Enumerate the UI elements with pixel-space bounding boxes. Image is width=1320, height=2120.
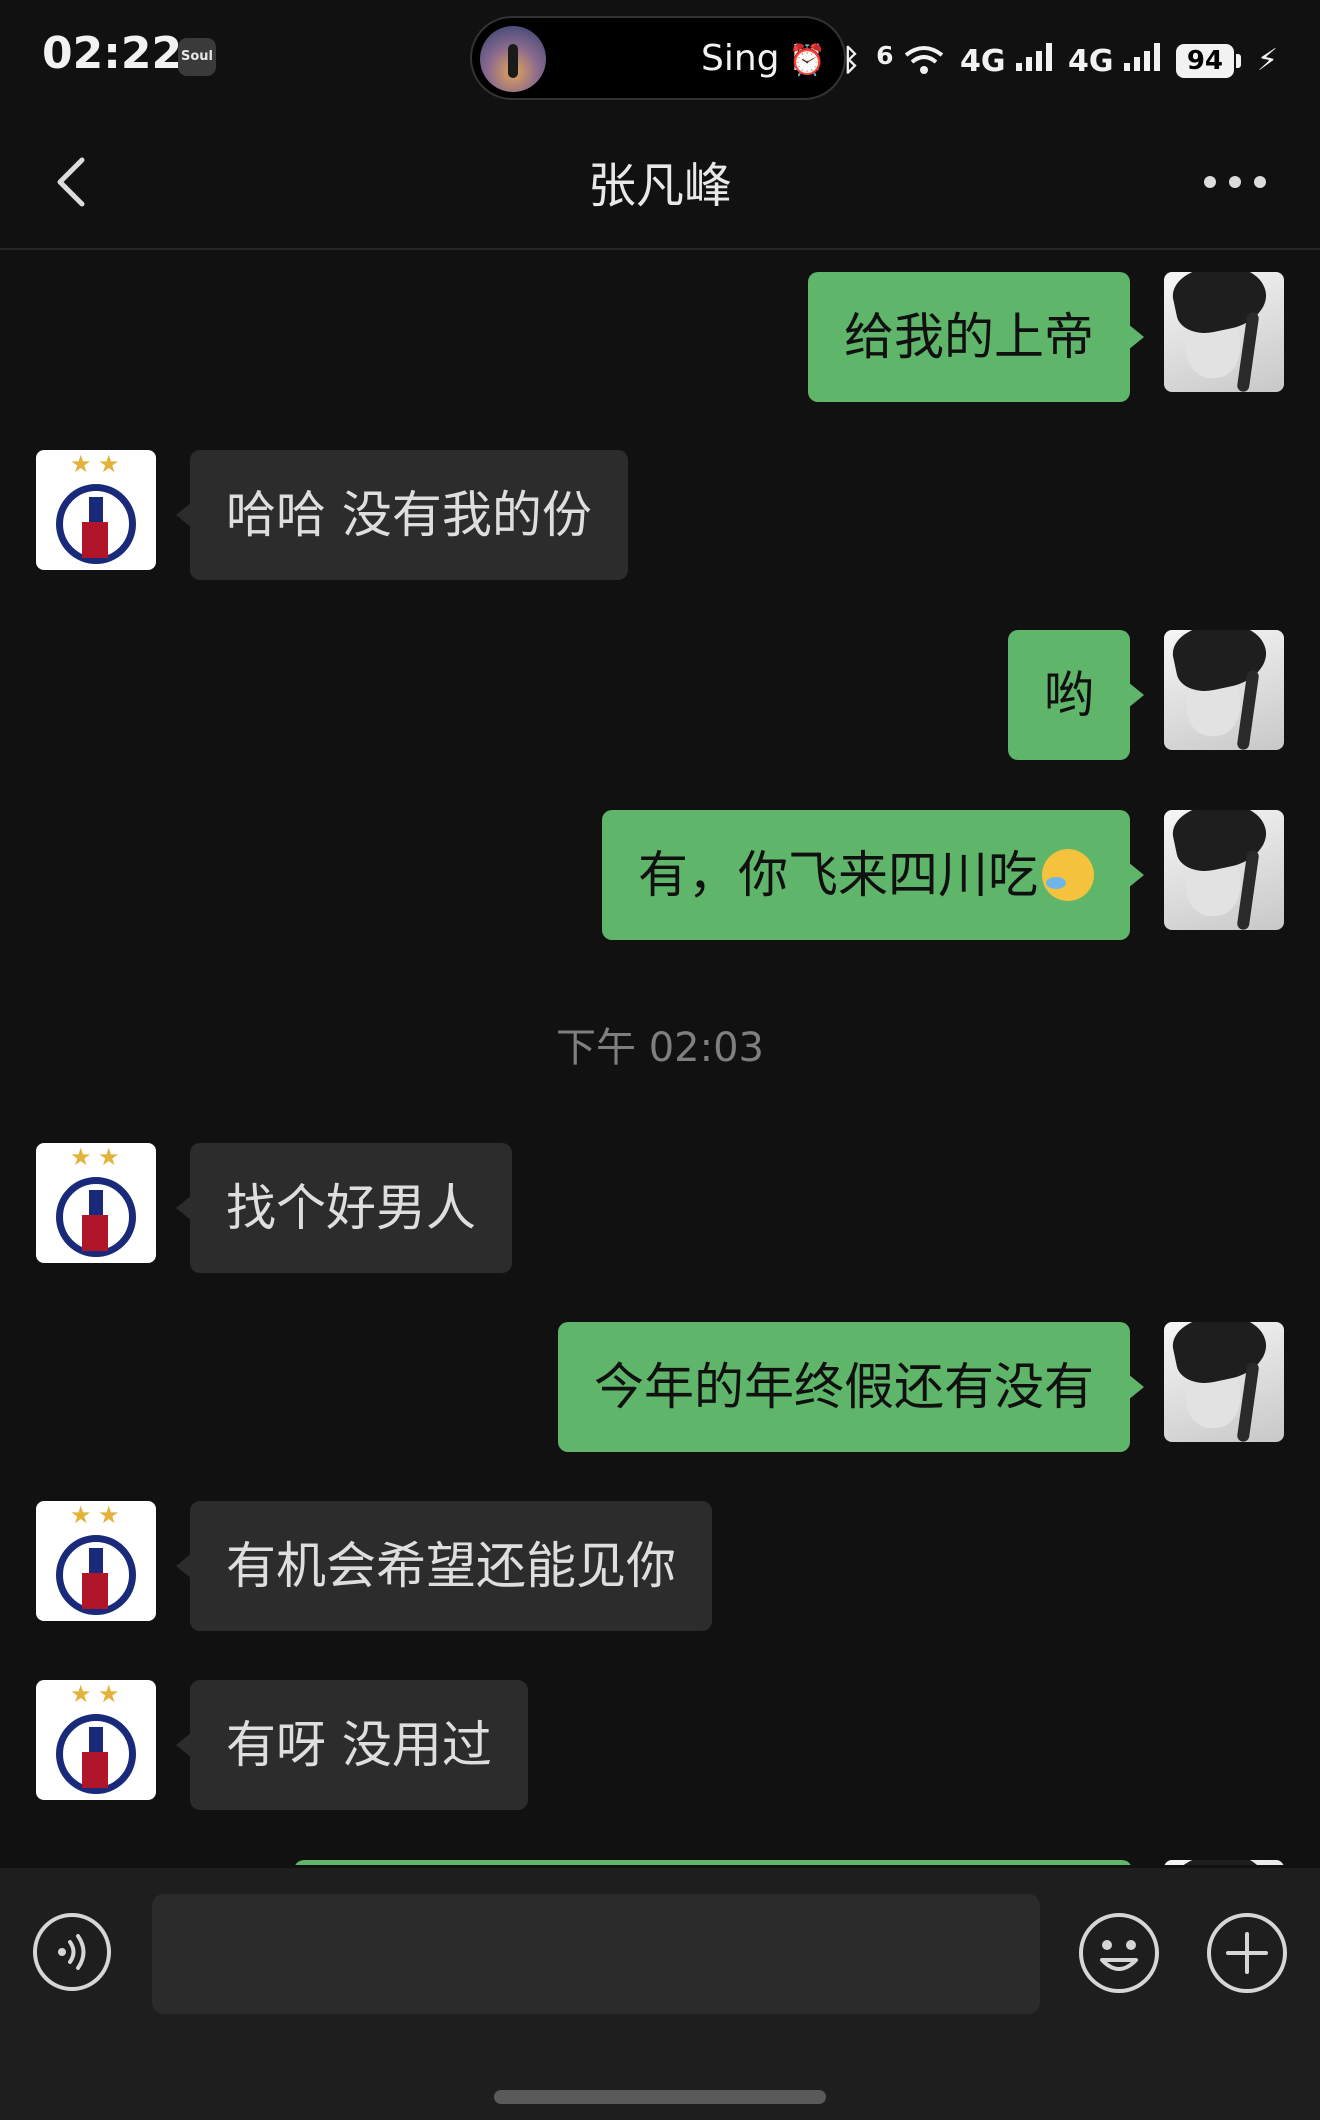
emoji-icon[interactable] bbox=[1078, 1912, 1160, 1994]
network-type-1: 4G bbox=[960, 43, 1006, 79]
contact-avatar[interactable]: ★ ★ bbox=[36, 1143, 156, 1263]
status-time: 02:22 bbox=[42, 28, 183, 79]
page-title: 张凡峰 bbox=[587, 158, 732, 214]
my-message-bubble-partial[interactable] bbox=[294, 1860, 1132, 1865]
my-avatar[interactable] bbox=[1164, 1860, 1284, 1865]
my-message-bubble[interactable]: 有，你飞来四川吃 bbox=[602, 810, 1144, 940]
message-row: 哟 bbox=[0, 630, 1320, 760]
network-type-2: 4G bbox=[1067, 43, 1114, 79]
battery-level: 94 bbox=[1175, 44, 1234, 78]
wifi-icon: 6 bbox=[876, 36, 944, 86]
wifi-gen: 6 bbox=[876, 41, 894, 70]
signal-icon-2: 4G bbox=[1068, 41, 1160, 82]
laughing-crying-emoji-icon bbox=[1042, 848, 1094, 901]
my-message-bubble[interactable]: 今年的年终假还有没有 bbox=[558, 1322, 1144, 1452]
my-avatar[interactable] bbox=[1164, 272, 1284, 392]
soul-app-icon: Soul bbox=[178, 38, 216, 76]
album-art bbox=[480, 26, 546, 92]
message-row: ★ ★ 有机会希望还能见你 bbox=[0, 1501, 1320, 1631]
my-avatar[interactable] bbox=[1164, 810, 1284, 930]
alarm-icon: ⏰ bbox=[788, 43, 827, 78]
status-icons: ⏰ ᛒ 6 4G 4G 94 ⚡ bbox=[789, 36, 1278, 86]
message-row: ★ ★ 找个好男人 bbox=[0, 1143, 1320, 1273]
my-avatar[interactable] bbox=[1164, 630, 1284, 750]
signal-icon-1: 4G bbox=[960, 41, 1052, 82]
my-message-bubble[interactable]: 给我的上帝 bbox=[808, 272, 1144, 402]
their-message-bubble[interactable]: 找个好男人 bbox=[176, 1143, 512, 1273]
chat-header: 张凡峰 bbox=[0, 116, 1320, 250]
message-row: 有，你飞来四川吃 bbox=[0, 810, 1320, 940]
plus-icon[interactable] bbox=[1206, 1912, 1288, 1994]
bluetooth-icon: ᛒ bbox=[842, 43, 861, 78]
charging-icon: ⚡ bbox=[1256, 43, 1278, 78]
voice-input-icon[interactable] bbox=[32, 1912, 112, 1992]
status-bar: 02:22 Soul Sing M ⏰ ᛒ 6 4G 4G 94 ⚡ bbox=[0, 0, 1320, 116]
message-timestamp: 下午 02:03 bbox=[556, 1025, 764, 1071]
message-list[interactable]: 给我的上帝 ★ ★ 哈哈 没有我的份 哟 有，你飞来四川吃 下午 02:03 ★ ★ bbox=[0, 250, 1320, 1865]
message-row: ★ ★ 哈哈 没有我的份 bbox=[0, 450, 1320, 580]
their-message-bubble[interactable]: 有机会希望还能见你 bbox=[176, 1501, 712, 1631]
my-avatar[interactable] bbox=[1164, 1322, 1284, 1442]
message-row: 今年的年终假还有没有 bbox=[0, 1322, 1320, 1452]
contact-avatar[interactable]: ★ ★ bbox=[36, 450, 156, 570]
their-message-bubble[interactable]: 哈哈 没有我的份 bbox=[176, 450, 628, 580]
message-input[interactable] bbox=[152, 1894, 1040, 2014]
more-icon[interactable] bbox=[1204, 176, 1266, 188]
chat-screen: 02:22 Soul Sing M ⏰ ᛒ 6 4G 4G 94 ⚡ 张凡峰 给… bbox=[0, 0, 1320, 2120]
battery-icon: 94 bbox=[1175, 44, 1241, 78]
contact-avatar[interactable]: ★ ★ bbox=[36, 1501, 156, 1621]
message-text: 有，你飞来四川吃 bbox=[638, 846, 1038, 904]
their-message-bubble[interactable]: 有呀 没用过 bbox=[176, 1680, 528, 1810]
message-row: 给我的上帝 bbox=[0, 272, 1320, 402]
wifi-arcs-icon bbox=[904, 46, 944, 74]
message-row: ★ ★ 有呀 没用过 bbox=[0, 1680, 1320, 1810]
home-indicator[interactable] bbox=[494, 2090, 826, 2104]
input-bar bbox=[0, 1868, 1320, 2120]
my-message-bubble[interactable]: 哟 bbox=[1008, 630, 1144, 760]
contact-avatar[interactable]: ★ ★ bbox=[36, 1680, 156, 1800]
